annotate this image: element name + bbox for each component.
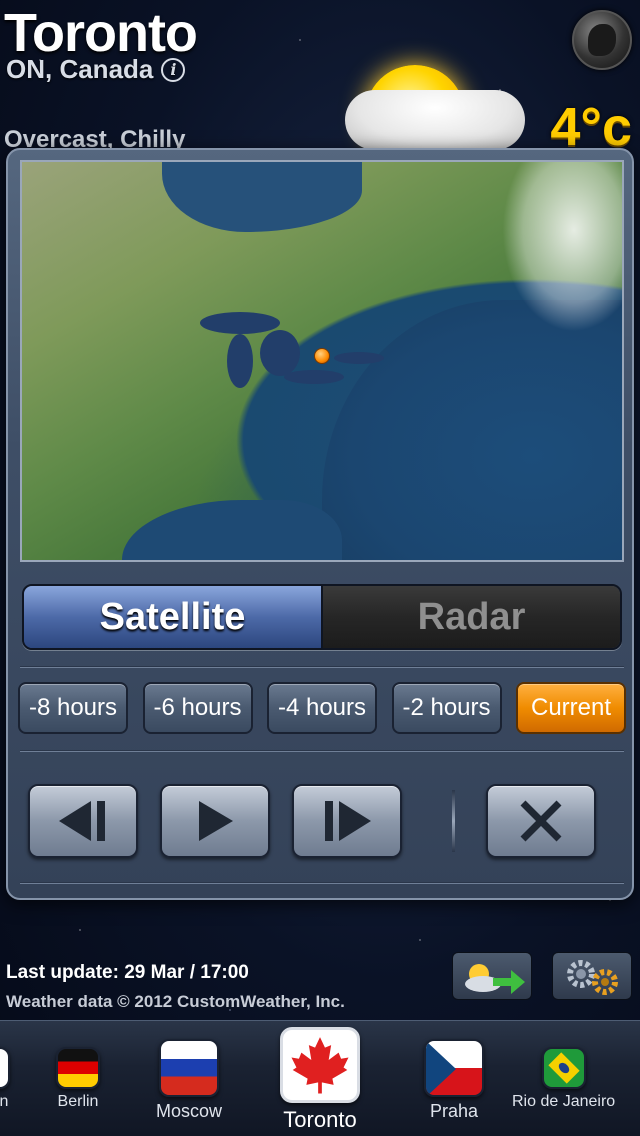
flag-diamond: [547, 1052, 580, 1084]
play-button[interactable]: [160, 784, 270, 858]
satellite-tab[interactable]: Satellite: [24, 586, 323, 648]
cloud-cover: [502, 162, 622, 332]
czech-flag-icon: [424, 1039, 484, 1097]
control-separator: [452, 790, 455, 852]
gulf-area: [122, 500, 342, 560]
play-icon: [199, 801, 233, 841]
region-label: ON, Canada: [6, 54, 154, 84]
minus-6-hours-button[interactable]: -6 hours: [142, 682, 253, 734]
time-selector: -8 hours -6 hours -4 hours -2 hours Curr…: [18, 682, 626, 734]
city-label: n: [0, 1093, 9, 1110]
minus-2-hours-button[interactable]: -2 hours: [391, 682, 502, 734]
city-label: Berlin: [57, 1093, 99, 1110]
city-label: Toronto: [283, 1107, 357, 1132]
city-item[interactable]: n: [0, 1047, 10, 1111]
close-button[interactable]: [486, 784, 596, 858]
lake: [284, 370, 344, 384]
flag-icon: [0, 1047, 10, 1089]
info-icon[interactable]: i: [161, 57, 186, 82]
last-update-text: Last update: 29 Mar / 17:00: [6, 962, 249, 983]
region-line: ON, Canada i: [6, 54, 186, 85]
city-dock: n Berlin Moscow Toronto Praha Rio de Jan…: [0, 1020, 640, 1136]
city-item-toronto[interactable]: Toronto: [280, 1027, 360, 1133]
divider: [20, 882, 624, 884]
close-icon: [520, 800, 562, 842]
radar-panel: Satellite Radar -8 hours -6 hours -4 hou…: [6, 148, 634, 900]
city-item-rio[interactable]: Rio de Janeiro: [512, 1047, 615, 1111]
flag-triangle: [426, 1041, 456, 1095]
playback-controls: [28, 784, 600, 858]
minus-8-hours-button[interactable]: -8 hours: [18, 682, 128, 734]
canada-flag-icon: [280, 1027, 360, 1103]
location-pin-icon[interactable]: [314, 348, 330, 364]
city-item-moscow[interactable]: Moscow: [156, 1039, 222, 1122]
hudson-bay-area: [162, 162, 362, 232]
divider: [20, 750, 624, 752]
divider: [20, 666, 624, 668]
maple-leaf-icon: [291, 1037, 349, 1094]
radar-tab[interactable]: Radar: [323, 586, 620, 648]
city-label: Rio de Janeiro: [512, 1093, 616, 1110]
minus-4-hours-button[interactable]: -4 hours: [267, 682, 377, 734]
satellite-map[interactable]: [20, 160, 624, 562]
lake: [334, 352, 384, 364]
lake: [260, 330, 300, 376]
gear-icon: [567, 960, 618, 995]
globe-icon[interactable]: [572, 10, 632, 70]
russia-flag-icon: [159, 1039, 219, 1097]
current-button[interactable]: Current: [516, 682, 626, 734]
brazil-flag-icon: [541, 1047, 586, 1089]
weather-share-icon: [465, 964, 525, 994]
weather-condition-icon: [345, 60, 535, 165]
weather-share-button[interactable]: [452, 952, 532, 1000]
step-forward-icon: [325, 801, 371, 841]
step-back-icon: [59, 801, 105, 841]
cloud-icon: [345, 90, 525, 150]
ocean-area: [322, 300, 622, 560]
germany-flag-icon: [56, 1047, 100, 1089]
lake: [227, 334, 253, 388]
settings-button[interactable]: [552, 952, 632, 1000]
lake: [200, 312, 280, 334]
city-item-praha[interactable]: Praha: [424, 1039, 484, 1122]
city-item-berlin[interactable]: Berlin: [56, 1047, 100, 1111]
copyright-text: Weather data © 2012 CustomWeather, Inc.: [6, 992, 345, 1011]
flag-circle: [556, 1060, 571, 1076]
step-back-button[interactable]: [28, 784, 138, 858]
map-type-segmented-control: Satellite Radar: [22, 584, 622, 650]
city-label: Praha: [429, 1101, 479, 1121]
city-label: Moscow: [156, 1101, 223, 1121]
step-forward-button[interactable]: [292, 784, 402, 858]
